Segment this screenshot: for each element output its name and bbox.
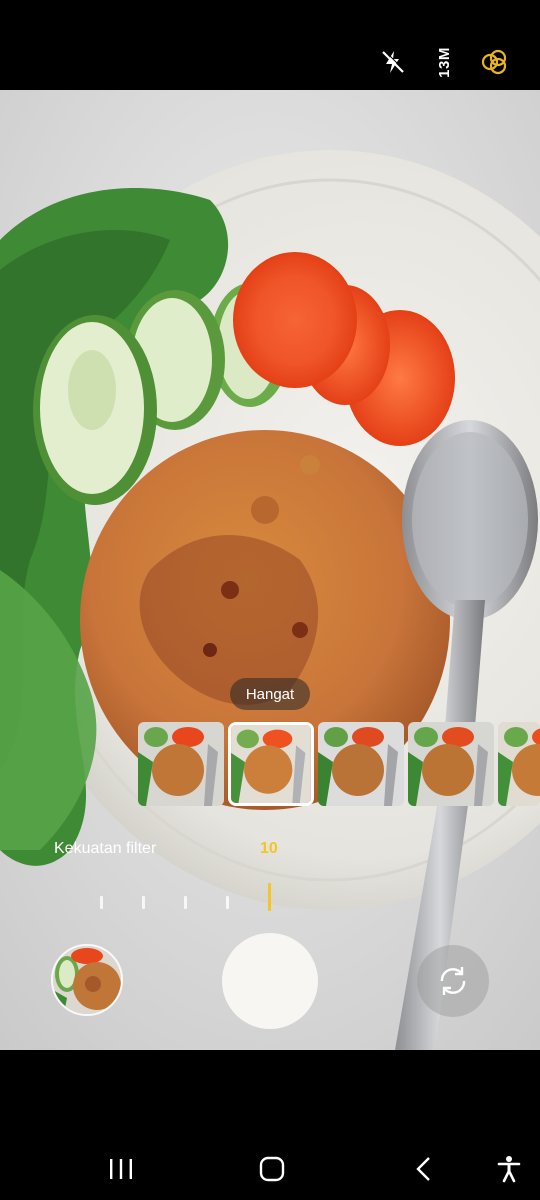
filter-thumbnail[interactable] [318, 722, 404, 806]
filter-thumbnails [0, 722, 540, 808]
filter-thumbnail[interactable] [498, 722, 540, 806]
slider-thumb[interactable] [268, 883, 271, 911]
flash-off-icon[interactable] [375, 44, 411, 80]
filter-strength-slider[interactable] [90, 880, 290, 914]
slider-tick [142, 896, 145, 909]
filter-thumbnail-selected[interactable] [228, 722, 314, 806]
resolution-label: 13M [435, 46, 453, 78]
filter-strength-value: 10 [260, 840, 278, 857]
resolution-button[interactable]: 13M [426, 44, 462, 80]
slider-tick [226, 896, 229, 909]
shutter-button[interactable] [222, 933, 318, 1029]
gallery-thumbnail[interactable] [51, 944, 123, 1016]
filter-thumbnail[interactable] [138, 722, 224, 806]
back-icon[interactable] [404, 1152, 444, 1186]
slider-tick [100, 896, 103, 909]
filter-circles-icon[interactable] [476, 44, 512, 80]
top-bar: 13M [0, 0, 540, 90]
slider-tick [184, 896, 187, 909]
home-icon[interactable] [252, 1152, 292, 1186]
filter-strength-label: Kekuatan filter [54, 840, 157, 857]
filter-name-chip: Hangat [230, 678, 310, 710]
camera-viewfinder[interactable]: Hangat Kekuatan filter 10 [0, 90, 540, 1050]
recents-icon[interactable] [101, 1152, 141, 1186]
filter-thumbnail[interactable] [408, 722, 494, 806]
accessibility-icon[interactable] [489, 1152, 529, 1186]
switch-camera-icon[interactable] [417, 945, 489, 1017]
